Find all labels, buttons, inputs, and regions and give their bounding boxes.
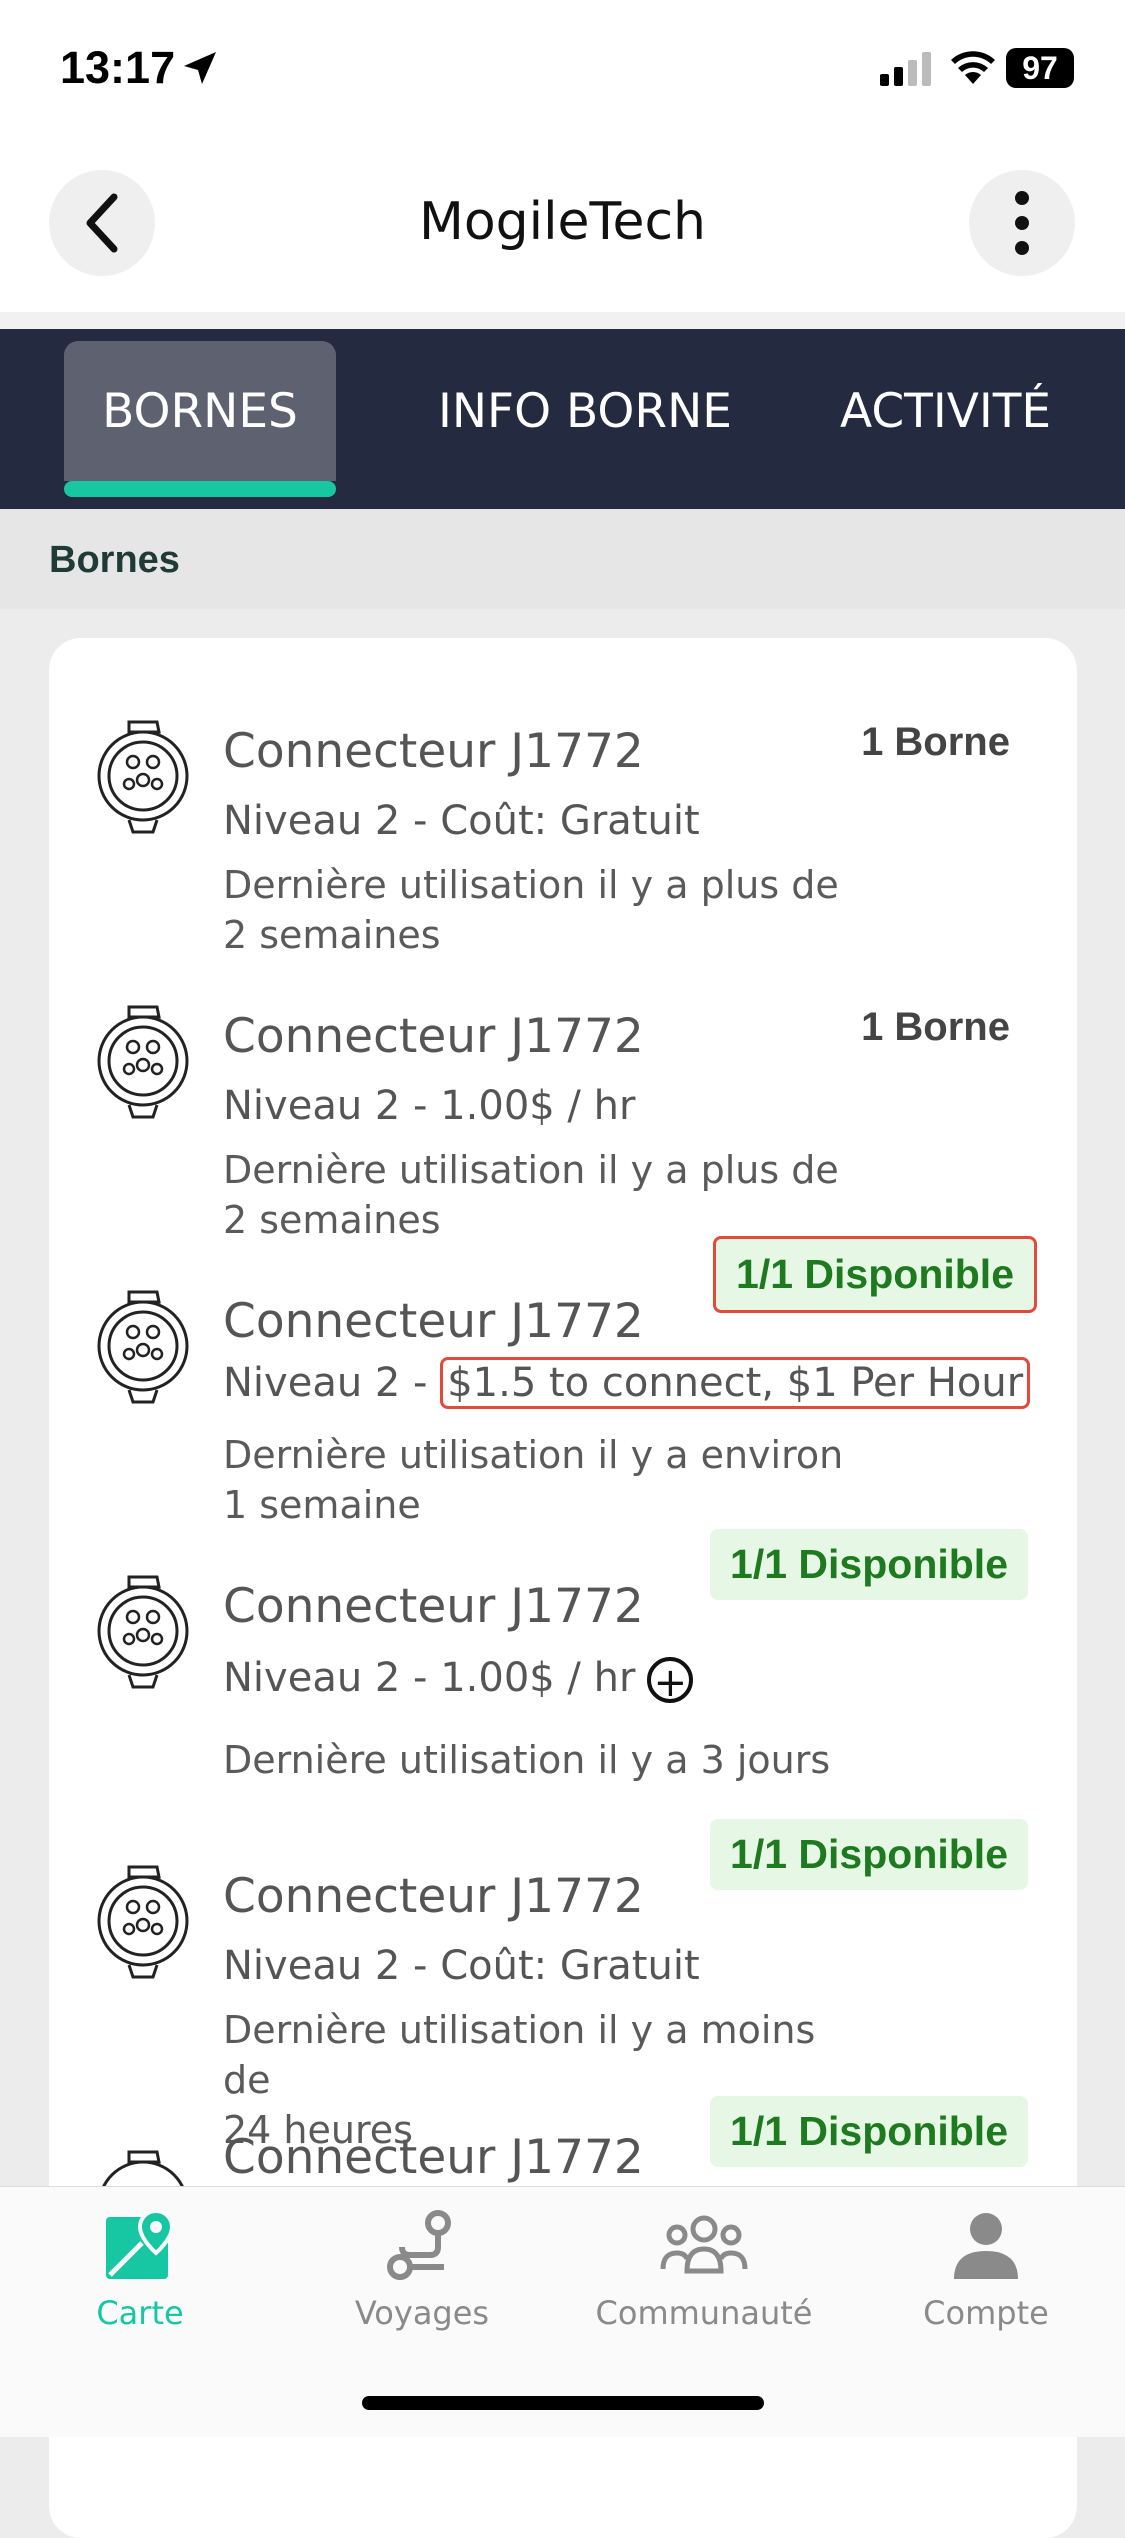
active-tab-indicator — [64, 481, 336, 497]
tab-activite[interactable]: ACTIVITÉ — [840, 341, 1125, 481]
last-used-line: Dernière utilisation il y a plus de — [223, 863, 839, 907]
count-badge: 1 Borne — [861, 720, 1010, 764]
j1772-connector-icon — [97, 1865, 189, 1979]
availability-badge: 1/1 Disponible — [710, 1529, 1028, 1600]
wifi-icon — [951, 51, 995, 84]
availability-badge: 1/1 Disponible — [710, 2096, 1028, 2167]
connector-row[interactable]: Connecteur J1772 Niveau 2 - Coût: Gratui… — [49, 678, 1077, 958]
connector-price: Niveau 2 - $1.5 to connect, $1 Per Hour — [223, 1357, 1031, 1409]
account-icon — [954, 2213, 1018, 2279]
connector-row[interactable]: Connecteur J1772 Niveau 2 - Coût: Gratui… — [49, 1819, 1077, 2152]
header-divider — [0, 312, 1125, 329]
nav-label: Carte — [96, 2294, 184, 2332]
community-icon — [660, 2215, 748, 2274]
last-used-line: Dernière utilisation il y a plus de — [223, 1148, 839, 1192]
nav-label: Communauté — [595, 2294, 813, 2332]
nav-communaute[interactable]: Communauté — [564, 2207, 844, 2332]
j1772-connector-icon — [97, 1005, 189, 1119]
nav-compte[interactable]: Compte — [846, 2207, 1125, 2332]
route-icon — [387, 2210, 451, 2280]
last-used-line: Dernière utilisation il y a environ — [223, 1433, 844, 1477]
connector-last-used: Dernière utilisation il y a 3 jours — [223, 1735, 863, 1785]
battery-indicator: 97 — [1006, 48, 1074, 88]
tab-bornes[interactable]: BORNES — [64, 341, 336, 481]
count-badge: 1 Borne — [861, 1005, 1010, 1049]
connector-title: Connecteur J1772 — [223, 1009, 644, 1064]
connector-title: Connecteur J1772 — [223, 1579, 644, 1634]
tab-bar: BORNES INFO BORNE ACTIVITÉ — [0, 329, 1125, 509]
connector-row[interactable]: Connecteur J1772 Niveau 2 - $1.5 to conn… — [49, 1236, 1077, 1530]
more-vertical-icon — [1015, 191, 1029, 255]
price-highlight: $1.5 to connect, $1 Per Hour — [440, 1357, 1031, 1409]
connector-title: Connecteur J1772 — [223, 2130, 644, 2185]
last-used-line: Dernière utilisation il y a moins de — [223, 2008, 816, 2102]
connector-price: Niveau 2 - Coût: Gratuit — [223, 798, 700, 844]
cellular-signal-icon — [880, 52, 931, 86]
connector-last-used: Dernière utilisation il y a plus de 2 se… — [223, 1145, 863, 1245]
connector-price: Niveau 2 - 1.00$ / hr + — [223, 1655, 694, 1705]
nav-label: Compte — [923, 2294, 1049, 2332]
app-header: MogileTech — [0, 140, 1125, 312]
connector-title: Connecteur J1772 — [223, 1869, 644, 1924]
page-title: MogileTech — [418, 192, 707, 252]
nav-carte[interactable]: Carte — [0, 2207, 280, 2332]
availability-badge: 1/1 Disponible — [713, 1236, 1037, 1313]
last-used-line: 2 semaines — [223, 913, 441, 957]
connector-row[interactable]: Connecteur J1772 Niveau 2 - 1.00$ / hr + … — [49, 1529, 1077, 1813]
map-pin-icon — [106, 2208, 175, 2279]
connector-title: Connecteur J1772 — [223, 724, 644, 779]
status-bar: 13:17 97 — [0, 0, 1125, 140]
last-used-line: 1 semaine — [223, 1483, 421, 1527]
section-header: Bornes — [0, 509, 1125, 609]
location-arrow-icon — [184, 52, 216, 84]
price-prefix: Niveau 2 - — [223, 1360, 441, 1406]
last-used-line: Dernière utilisation il y a 3 jours — [223, 1738, 831, 1782]
status-time: 13:17 — [60, 42, 176, 93]
j1772-connector-icon — [97, 1575, 189, 1689]
j1772-connector-icon — [97, 720, 189, 834]
nav-voyages[interactable]: Voyages — [282, 2207, 562, 2332]
connector-last-used: Dernière utilisation il y a plus de 2 se… — [223, 860, 863, 960]
section-title: Bornes — [49, 539, 180, 581]
j1772-connector-icon — [97, 1290, 189, 1404]
connector-last-used: Dernière utilisation il y a environ 1 se… — [223, 1430, 863, 1530]
availability-badge: 1/1 Disponible — [710, 1819, 1028, 1890]
home-indicator[interactable] — [362, 2396, 764, 2410]
connector-price: Niveau 2 - Coût: Gratuit — [223, 1943, 700, 1989]
connector-row[interactable]: Connecteur J1772 Niveau 2 - 1.00$ / hr D… — [49, 963, 1077, 1243]
connector-price: Niveau 2 - 1.00$ / hr — [223, 1083, 636, 1129]
connector-title: Connecteur J1772 — [223, 1294, 644, 1349]
price-text: Niveau 2 - 1.00$ / hr — [223, 1655, 636, 1701]
plus-circle-icon[interactable]: + — [647, 1657, 694, 1705]
tab-info-borne[interactable]: INFO BORNE — [420, 341, 750, 481]
nav-label: Voyages — [354, 2294, 490, 2332]
more-options-button[interactable] — [969, 170, 1075, 276]
